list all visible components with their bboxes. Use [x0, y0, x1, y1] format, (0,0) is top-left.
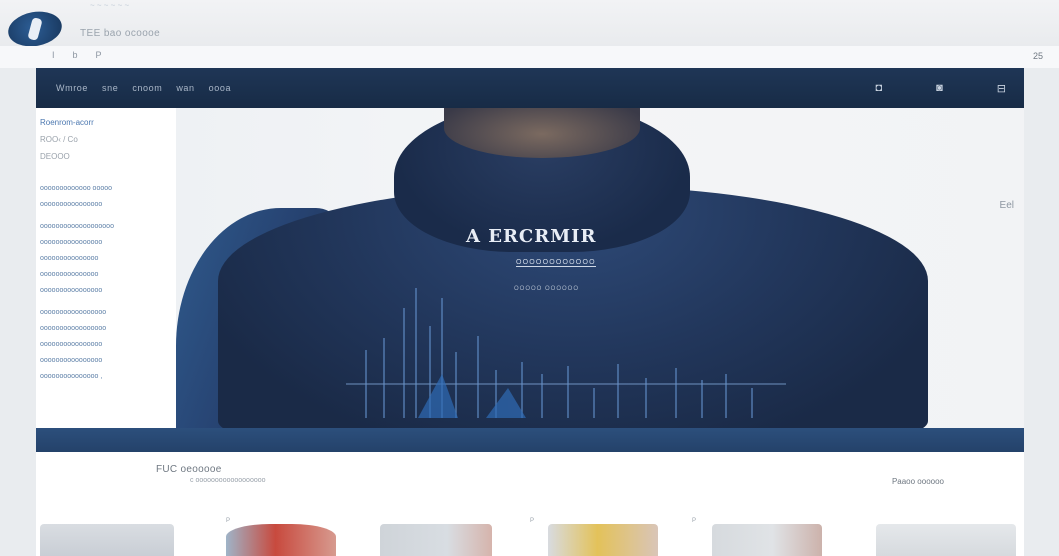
section-view-all-link[interactable]: Paaoo oooooo [892, 477, 944, 486]
sidebar-item[interactable]: oooooooooooooooo [40, 337, 181, 353]
site-favicon-icon[interactable] [5, 7, 65, 51]
product-thumbnail[interactable] [380, 524, 492, 556]
zoom-level: 25 [1032, 51, 1043, 61]
main-nav: Wmroe sne cnoom wan oooa [56, 83, 231, 93]
site-header: Wmroe sne cnoom wan oooa ◘ ◙ ⊟ [36, 68, 1024, 108]
sidebar-item[interactable]: ooooooooooooooooo [40, 321, 181, 337]
nav-link[interactable]: Wmroe [56, 83, 88, 93]
nav-link[interactable]: sne [102, 83, 118, 93]
sidebar-item[interactable]: oooooooooooooooo [40, 197, 181, 213]
sidebar-item[interactable]: ooooooooooooooo , [40, 369, 181, 385]
product-grid: P P P [36, 518, 1024, 556]
web-page: Wmroe sne cnoom wan oooa ◘ ◙ ⊟ A ERCRMIR… [36, 68, 1024, 556]
section-title: FUC oeooooe [156, 464, 231, 475]
product-label: P [530, 518, 535, 524]
breadcrumb[interactable]: Roenrom-acorr [40, 118, 181, 127]
promo-bar[interactable] [36, 428, 1024, 452]
nav-link[interactable]: wan [176, 83, 194, 93]
product-thumbnail[interactable] [226, 524, 336, 556]
cart-icon[interactable]: ⊟ [997, 82, 1006, 95]
reload-icon[interactable]: P [96, 50, 102, 60]
filter-title: ROO‹ / Co [40, 135, 78, 144]
search-icon[interactable]: ◘ [875, 82, 882, 95]
sidebar-item[interactable]: oooooooooooooooo [40, 235, 181, 251]
product-thumbnail[interactable] [712, 524, 822, 556]
address-bar[interactable] [0, 46, 1059, 68]
back-icon[interactable]: I [52, 50, 55, 60]
tab-subtitle: ~ ~ ~ ~ ~ ~ [90, 1, 130, 10]
nav-link[interactable]: oooa [209, 83, 231, 93]
category-sidebar: Roenrom-acorr ROO‹ / Co DEOOO oooooooooo… [36, 108, 181, 428]
product-thumbnail[interactable] [548, 524, 658, 556]
sidebar-item[interactable]: ooooooooooooooooo [40, 305, 181, 321]
nav-link[interactable]: cnoom [132, 83, 162, 93]
product-thumbnail[interactable] [876, 524, 1016, 556]
product-thumbnail[interactable] [40, 524, 174, 556]
browser-tab-bar: ~ ~ ~ ~ ~ ~ TEE bao ocoooe [0, 0, 1059, 51]
user-icon[interactable]: ◙ [936, 82, 943, 95]
sidebar-item[interactable]: oooooooooooooooo [40, 283, 181, 299]
sidebar-item[interactable]: ooooooooooooooooooo [40, 219, 181, 235]
product-label: P [226, 518, 231, 524]
tab-title[interactable]: TEE bao ocoooe [80, 28, 160, 39]
forward-icon[interactable]: b [73, 50, 78, 60]
hero-subtitle: OOOOOOOOOOOO [516, 259, 596, 267]
browser-nav-buttons: I b P [52, 50, 102, 60]
sidebar-item[interactable]: ooooooooooooo ooooo [40, 181, 181, 197]
hero-banner[interactable]: A ERCRMIR OOOOOOOOOOOO OOOOO OOOOOO Eel [176, 108, 1024, 428]
sidebar-item[interactable]: ooooooooooooooo [40, 251, 181, 267]
product-label: P [692, 518, 697, 524]
hero-title: A ERCRMIR [466, 226, 597, 247]
sidebar-item[interactable]: ooooooooooooooo [40, 267, 181, 283]
filter-subtitle: DEOOO [40, 152, 70, 161]
hero-side-tag: Eel [999, 200, 1014, 211]
hero-print-graphic [346, 288, 786, 418]
header-actions: ◘ ◙ ⊟ [875, 82, 1006, 95]
sidebar-item[interactable]: oooooooooooooooo [40, 353, 181, 369]
section-subtitle: c oooooooooooooooooo [190, 477, 266, 484]
